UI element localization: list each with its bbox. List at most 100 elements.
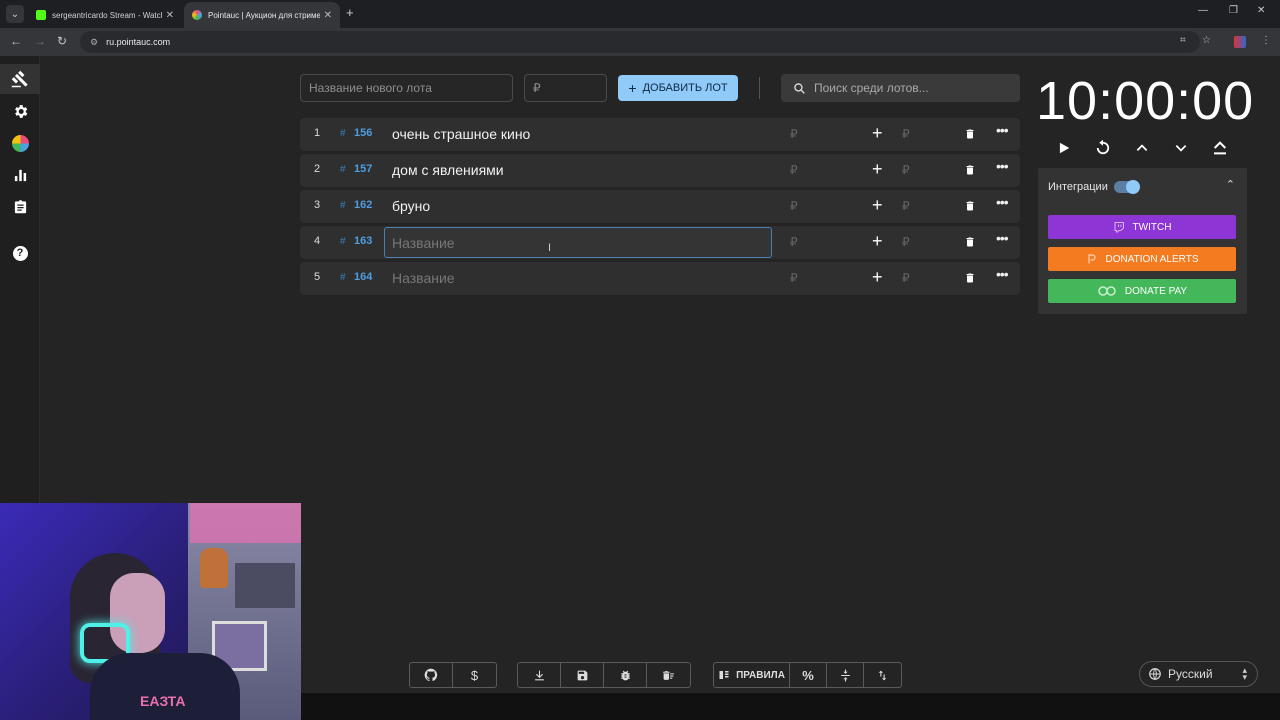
- lot-id[interactable]: 163: [354, 235, 372, 247]
- lot-id[interactable]: 157: [354, 163, 372, 175]
- new-lot-amount-input[interactable]: ₽: [524, 74, 607, 102]
- lot-id[interactable]: 156: [354, 127, 372, 139]
- add-amount-currency[interactable]: ₽: [902, 199, 910, 213]
- lot-index: 1: [313, 127, 321, 139]
- reset-timer-button[interactable]: [1092, 137, 1114, 159]
- chevron-up-icon[interactable]: ⌃: [1226, 178, 1235, 191]
- delete-lot-button[interactable]: [964, 235, 976, 254]
- tab-search-button[interactable]: ⌄: [6, 5, 24, 23]
- sidebar-item-auction[interactable]: [0, 64, 40, 94]
- lot-amount-currency[interactable]: ₽: [790, 127, 798, 141]
- lot-name-input-focused[interactable]: Название I: [384, 227, 772, 258]
- forward-icon[interactable]: →: [34, 34, 46, 48]
- subtract-time-button[interactable]: [1170, 137, 1192, 159]
- add-amount-button[interactable]: +: [872, 159, 883, 180]
- clear-lots-button[interactable]: [647, 663, 690, 687]
- more-options-icon[interactable]: •••: [996, 266, 1009, 282]
- add-amount-currency[interactable]: ₽: [902, 271, 910, 285]
- lot-name[interactable]: дом с явлениями: [392, 162, 504, 178]
- add-amount-button[interactable]: +: [872, 267, 883, 288]
- add-lot-button[interactable]: + ДОБАВИТЬ ЛОТ: [618, 75, 738, 101]
- more-options-icon[interactable]: •••: [996, 122, 1009, 138]
- rules-button[interactable]: ПРАВИЛА: [714, 663, 790, 687]
- lot-search-input[interactable]: Поиск среди лотов...: [781, 74, 1020, 102]
- bookmark-star-icon[interactable]: ☆: [1202, 35, 1211, 46]
- sidebar-item-statistics[interactable]: [8, 163, 32, 187]
- percent-button[interactable]: %: [790, 663, 827, 687]
- add-amount-button[interactable]: +: [872, 231, 883, 252]
- browser-tab-2-active[interactable]: Pointauc | Аукцион для стримеров ✕: [184, 2, 340, 28]
- close-tab-icon[interactable]: ✕: [324, 10, 332, 21]
- lot-name-placeholder[interactable]: Название: [392, 270, 455, 286]
- add-amount-button[interactable]: +: [872, 195, 883, 216]
- close-window-icon[interactable]: ✕: [1257, 5, 1265, 16]
- sidebar-item-history[interactable]: [8, 195, 32, 219]
- translate-icon[interactable]: ⌗: [1180, 35, 1186, 46]
- extension-icon[interactable]: [1234, 36, 1246, 48]
- lot-id[interactable]: 162: [354, 199, 372, 211]
- lot-amount-currency[interactable]: ₽: [790, 163, 798, 177]
- lot-amount-currency[interactable]: ₽: [790, 271, 798, 285]
- load-button[interactable]: [518, 663, 561, 687]
- tab-title: Pointauc | Аукцион для стримеров: [208, 10, 320, 20]
- browser-tab-1[interactable]: sergeantricardo Stream - Watch ✕: [28, 2, 182, 28]
- donate-button[interactable]: $: [453, 663, 496, 687]
- restore-icon[interactable]: ❐: [1229, 5, 1238, 16]
- pointauc-favicon-icon: [192, 10, 202, 20]
- more-options-icon[interactable]: •••: [996, 158, 1009, 174]
- github-button[interactable]: [410, 663, 453, 687]
- url-field[interactable]: ⚙ ru.pointauc.com: [80, 31, 1200, 53]
- toolbar-divider: [759, 77, 760, 99]
- lot-amount-currency[interactable]: ₽: [790, 235, 798, 249]
- minimize-icon[interactable]: —: [1198, 5, 1208, 16]
- lot-amount-currency[interactable]: ₽: [790, 199, 798, 213]
- trash-icon: [966, 201, 974, 211]
- lot-name-placeholder: Название: [392, 235, 455, 251]
- sidebar-item-help[interactable]: ?: [8, 241, 32, 265]
- sidebar-item-wheel[interactable]: [8, 131, 32, 155]
- compact-view-button[interactable]: [827, 663, 864, 687]
- bar-chart-icon: [14, 169, 26, 181]
- delete-lot-button[interactable]: [964, 127, 976, 146]
- donate-pay-button[interactable]: DONATE PAY: [1048, 279, 1236, 303]
- delete-lot-button[interactable]: [964, 271, 976, 290]
- close-tab-icon[interactable]: ✕: [166, 10, 174, 21]
- language-select[interactable]: Русский ▴ ▾: [1139, 661, 1258, 687]
- double-time-button[interactable]: [1209, 137, 1231, 159]
- hash-icon: #: [340, 236, 346, 247]
- lot-name[interactable]: очень страшное кино: [392, 126, 530, 142]
- browser-menu-icon[interactable]: ⋮: [1261, 35, 1271, 46]
- lot-row: 5 # 164 Название ₽ + ₽ •••: [300, 262, 1020, 295]
- integrations-toggle[interactable]: [1114, 180, 1140, 194]
- lot-row: 4 # 163 Название I ₽ + ₽ •••: [300, 226, 1020, 259]
- add-amount-currency[interactable]: ₽: [902, 163, 910, 177]
- sidebar-item-settings[interactable]: [8, 99, 32, 123]
- add-amount-currency[interactable]: ₽: [902, 235, 910, 249]
- view-toolbar-group: ПРАВИЛА %: [713, 662, 902, 688]
- sort-button[interactable]: [864, 663, 901, 687]
- back-icon[interactable]: ←: [10, 34, 22, 48]
- play-button[interactable]: [1053, 137, 1075, 159]
- hash-icon: #: [340, 164, 346, 175]
- donation-alerts-button[interactable]: DONATION ALERTS: [1048, 247, 1236, 271]
- new-tab-button[interactable]: +: [346, 5, 354, 20]
- text-cursor-icon: I: [548, 242, 552, 254]
- lot-name[interactable]: бруно: [392, 198, 430, 214]
- more-options-icon[interactable]: •••: [996, 230, 1009, 246]
- delete-lot-button[interactable]: [964, 163, 976, 182]
- new-lot-name-input[interactable]: Название нового лота: [300, 74, 513, 102]
- site-info-icon[interactable]: ⚙: [90, 37, 98, 48]
- delete-lot-button[interactable]: [964, 199, 976, 218]
- integrations-label: Интеграции: [1048, 181, 1108, 193]
- save-button[interactable]: [561, 663, 604, 687]
- lot-id[interactable]: 164: [354, 271, 372, 283]
- address-bar: ← → ↻ ⚙ ru.pointauc.com ⌗ ☆ ⋮: [0, 28, 1280, 56]
- twitch-button[interactable]: TWITCH: [1048, 215, 1236, 239]
- reload-icon[interactable]: ↻: [57, 34, 67, 48]
- twitch-icon: [1114, 222, 1124, 233]
- add-time-button[interactable]: [1131, 137, 1153, 159]
- add-amount-currency[interactable]: ₽: [902, 127, 910, 141]
- report-bug-button[interactable]: [604, 663, 647, 687]
- add-amount-button[interactable]: +: [872, 123, 883, 144]
- more-options-icon[interactable]: •••: [996, 194, 1009, 210]
